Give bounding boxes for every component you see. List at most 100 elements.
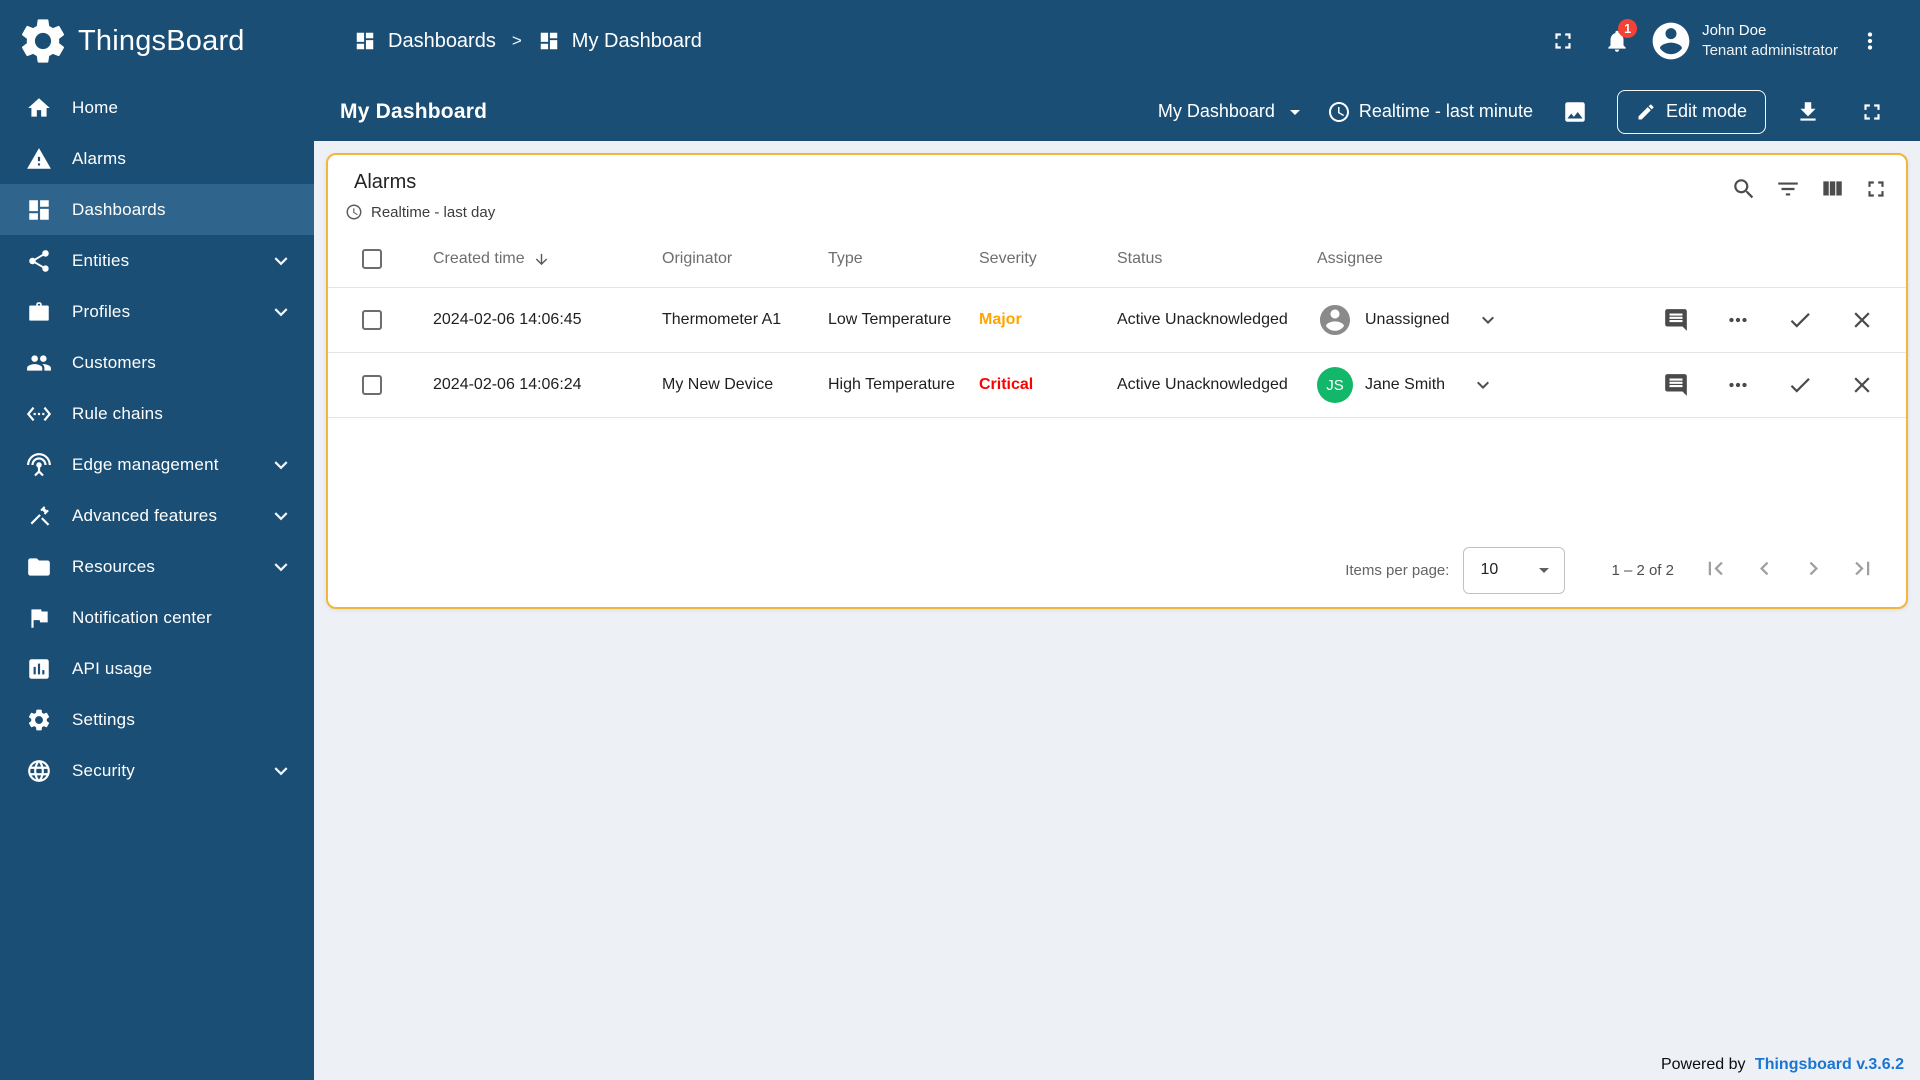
sidebar-item-label: Notification center [72, 607, 212, 627]
sidebar-item-customers[interactable]: Customers [0, 337, 314, 388]
filter-icon [1775, 176, 1801, 202]
timewindow-label: Realtime - last minute [1358, 101, 1533, 121]
thingsboard-logo-icon [16, 14, 70, 68]
cell-status: Active Unacknowledged [1117, 311, 1288, 328]
cell-status: Active Unacknowledged [1117, 376, 1288, 393]
chevron-down-icon[interactable] [1476, 308, 1500, 332]
cell-type: Low Temperature [828, 311, 952, 328]
dashboard-image-button[interactable] [1553, 90, 1597, 134]
sidebar-item-dashboards[interactable]: Dashboards [0, 184, 314, 235]
more-horiz-icon [1725, 307, 1751, 333]
first-page-icon [1702, 555, 1729, 582]
row-actions [1663, 307, 1906, 333]
user-avatar-icon [1649, 19, 1693, 63]
kebab-menu-icon [1857, 28, 1883, 54]
chevron-down-icon [268, 452, 294, 478]
columns-icon [1819, 176, 1845, 202]
sidebar-item-notification-center[interactable]: Notification center [0, 592, 314, 643]
row-checkbox[interactable] [362, 310, 382, 330]
alarm-clear-button[interactable] [1849, 372, 1875, 398]
alarms-columns-button[interactable] [1818, 175, 1846, 203]
fullscreen-button[interactable] [1541, 19, 1585, 63]
select-all-checkbox[interactable] [362, 249, 382, 269]
sidebar-item-rule-chains[interactable]: Rule chains [0, 388, 314, 439]
dashboard-select[interactable]: My Dashboard [1158, 100, 1307, 124]
breadcrumb-dashboards[interactable]: Dashboards [354, 30, 496, 53]
alarm-acknowledge-button[interactable] [1787, 307, 1813, 333]
sidebar-item-security[interactable]: Security [0, 745, 314, 796]
alarms-widget-titles: Alarms Realtime - last day [346, 171, 495, 221]
widget-subtitle[interactable]: Realtime - last day [345, 203, 495, 221]
column-header-status[interactable]: Status [1117, 250, 1317, 268]
pencil-icon [1636, 102, 1656, 122]
page-size-value: 10 [1480, 561, 1499, 578]
chevron-down-icon[interactable] [1471, 373, 1495, 397]
alarms-filter-button[interactable] [1774, 175, 1802, 203]
alarms-widget-actions [1730, 171, 1890, 203]
cell-assignee[interactable]: JS Jane Smith [1317, 367, 1663, 403]
notifications-button[interactable]: 1 [1595, 19, 1639, 63]
sidebar-item-advanced-features[interactable]: Advanced features [0, 490, 314, 541]
sort-desc-icon [533, 251, 550, 268]
chevron-down-icon [268, 248, 294, 274]
cell-assignee[interactable]: Unassigned [1317, 302, 1663, 338]
previous-page-button[interactable] [1751, 555, 1778, 586]
sidebar-item-label: Advanced features [72, 505, 218, 525]
header-more-button[interactable] [1848, 19, 1892, 63]
cell-severity: Major [979, 311, 1022, 328]
alarm-more-button[interactable] [1725, 307, 1751, 333]
page-size-select[interactable]: 10 [1463, 546, 1566, 594]
sidebar: ThingsBoard Home Alarms Dashboards Entit… [0, 0, 314, 1080]
search-icon [1731, 176, 1757, 202]
last-page-button[interactable] [1849, 555, 1876, 586]
dashboard-fullscreen-button[interactable] [1850, 90, 1894, 134]
sidebar-item-resources[interactable]: Resources [0, 541, 314, 592]
user-info: John Doe Tenant administrator [1702, 21, 1838, 61]
user-name: John Doe [1702, 22, 1767, 40]
sidebar-item-settings[interactable]: Settings [0, 694, 314, 745]
column-header-originator[interactable]: Originator [662, 250, 828, 268]
breadcrumb-my-dashboard[interactable]: My Dashboard [538, 30, 702, 53]
user-menu[interactable]: John Doe Tenant administrator [1649, 19, 1838, 63]
alarm-clear-button[interactable] [1849, 307, 1875, 333]
assignee-avatar: JS [1317, 367, 1353, 403]
sidebar-item-alarms[interactable]: Alarms [0, 133, 314, 184]
alarms-search-button[interactable] [1730, 175, 1758, 203]
alarm-activity-button[interactable] [1663, 307, 1689, 333]
timewindow-button[interactable]: Realtime - last minute [1327, 100, 1533, 124]
sidebar-item-profiles[interactable]: Profiles [0, 286, 314, 337]
edit-mode-button[interactable]: Edit mode [1616, 89, 1766, 134]
app-root: ThingsBoard Home Alarms Dashboards Entit… [0, 0, 1920, 1080]
sidebar-item-home[interactable]: Home [0, 82, 314, 133]
row-checkbox[interactable] [362, 375, 382, 395]
column-header-type[interactable]: Type [828, 250, 979, 268]
chevron-right-icon [1800, 555, 1827, 582]
main-column: Dashboards > My Dashboard 1 John Doe Ten… [314, 0, 1920, 1080]
dashboard-title: My Dashboard [340, 99, 488, 123]
more-horiz-icon [1725, 372, 1751, 398]
chevron-down-icon [1532, 558, 1556, 582]
column-header-severity[interactable]: Severity [979, 250, 1117, 268]
first-page-button[interactable] [1702, 555, 1729, 586]
alarm-acknowledge-button[interactable] [1787, 372, 1813, 398]
clock-icon [1327, 100, 1351, 124]
row-actions [1663, 372, 1906, 398]
alarm-more-button[interactable] [1725, 372, 1751, 398]
header-checkbox-cell [328, 249, 433, 269]
column-header-created-time[interactable]: Created time [433, 250, 662, 268]
next-page-button[interactable] [1800, 555, 1827, 586]
download-button[interactable] [1786, 90, 1830, 134]
thingsboard-logo[interactable]: ThingsBoard [0, 0, 314, 82]
sidebar-item-edge-management[interactable]: Edge management [0, 439, 314, 490]
alarms-fullscreen-button[interactable] [1862, 175, 1890, 203]
sidebar-item-entities[interactable]: Entities [0, 235, 314, 286]
home-icon [26, 95, 52, 121]
dashboards-grid-icon [354, 30, 376, 52]
dashboard-toolbar: My Dashboard My Dashboard Realtime - las… [314, 82, 1920, 141]
version-link[interactable]: Thingsboard v.3.6.2 [1755, 1056, 1904, 1073]
sidebar-item-api-usage[interactable]: API usage [0, 643, 314, 694]
alarm-activity-button[interactable] [1663, 372, 1689, 398]
cell-severity: Critical [979, 376, 1034, 393]
column-header-assignee[interactable]: Assignee [1317, 250, 1663, 268]
alarm-table-body: 2024-02-06 14:06:45 Thermometer A1 Low T… [328, 288, 1906, 418]
